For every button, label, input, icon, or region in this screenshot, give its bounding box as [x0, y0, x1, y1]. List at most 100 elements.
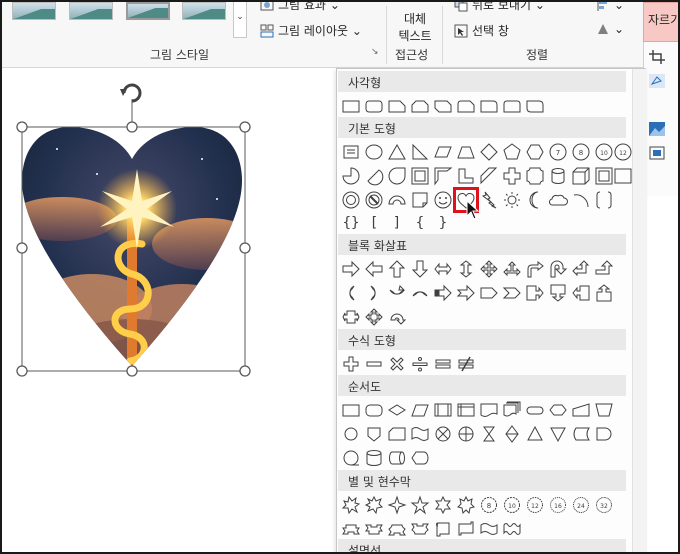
shape-flowchart-internal-storage[interactable] — [455, 399, 477, 421]
picture-style-thumb-4[interactable] — [182, 2, 226, 20]
shape-chord[interactable] — [363, 165, 385, 187]
shape-star-7-point[interactable] — [455, 494, 477, 516]
shape-diamond[interactable] — [478, 141, 500, 163]
shape-wave[interactable] — [478, 518, 500, 540]
shape-flowchart-offpage-connector[interactable] — [363, 423, 385, 445]
rotate-button[interactable]: ⌄ — [596, 22, 624, 36]
shape-plaque[interactable] — [524, 165, 546, 187]
shape-block-arc[interactable] — [386, 189, 408, 211]
shape-left-right-arrow[interactable] — [432, 258, 454, 280]
shape-flowchart-process[interactable] — [340, 399, 362, 421]
shape-flowchart-document[interactable] — [478, 399, 500, 421]
shape-teardrop[interactable] — [386, 165, 408, 187]
shape-bent-up-arrow[interactable] — [593, 258, 615, 280]
crop-to-shape-icon[interactable] — [649, 74, 665, 88]
shape-flowchart-summing-junction[interactable] — [432, 423, 454, 445]
shape-horizontal-scroll[interactable] — [455, 518, 477, 540]
shape-cloud[interactable] — [547, 189, 569, 211]
shape-octagon[interactable]: 8 — [570, 141, 592, 163]
shape-pentagon-arrow[interactable] — [478, 282, 500, 304]
shape-flowchart-magnetic-disk[interactable] — [363, 447, 385, 469]
shape-quad-arrow-callout[interactable] — [363, 306, 385, 328]
shape-dodecagon[interactable]: 12 — [612, 141, 634, 163]
shape-parallelogram[interactable] — [432, 141, 454, 163]
shape-left-right-arrow-callout[interactable] — [340, 306, 362, 328]
shape-flowchart-card[interactable] — [386, 423, 408, 445]
shape-frame-alt[interactable] — [612, 165, 634, 187]
shape-text-box[interactable] — [340, 141, 362, 163]
shape-right-triangle[interactable] — [409, 141, 431, 163]
shape-heptagon[interactable]: 7 — [547, 141, 569, 163]
picture-style-thumb-3[interactable] — [126, 2, 170, 20]
shape-star-24-point[interactable]: 24 — [570, 494, 592, 516]
shape-plus[interactable] — [340, 353, 362, 375]
shape-arc[interactable] — [570, 189, 592, 211]
resize-handle-n[interactable] — [126, 121, 138, 133]
shape-diagonal-stripe[interactable] — [478, 165, 500, 187]
shape-half-frame[interactable] — [432, 165, 454, 187]
shapes-scrollbar[interactable] — [632, 69, 647, 552]
align-button[interactable]: ⌄ — [596, 2, 624, 12]
shape-flowchart-direct-access-storage[interactable] — [386, 447, 408, 469]
shape-minus[interactable] — [363, 353, 385, 375]
shape-moon[interactable] — [524, 189, 546, 211]
resize-handle-sw[interactable] — [16, 365, 28, 377]
shape-oval[interactable] — [363, 141, 385, 163]
resize-handle-nw[interactable] — [16, 121, 28, 133]
alt-text-button[interactable]: 대체 텍스트 — [394, 10, 436, 44]
shape-star-32-point[interactable]: 32 — [593, 494, 615, 516]
shape-star-4-point[interactable] — [386, 494, 408, 516]
shape-flowchart-data[interactable] — [409, 399, 431, 421]
shape-flowchart-sort[interactable] — [501, 423, 523, 445]
picture-layout-button[interactable]: 그림 레이아웃 ⌄ — [260, 22, 362, 39]
shape-heart[interactable] — [453, 187, 479, 213]
shape-equal[interactable] — [432, 353, 454, 375]
shape-star-5-point[interactable] — [409, 494, 431, 516]
shape-flowchart-connector[interactable] — [340, 423, 362, 445]
shape-right-arrow-callout[interactable] — [524, 282, 546, 304]
shape-flowchart-sequential-access-storage[interactable] — [340, 447, 362, 469]
shape-left-arrow-callout[interactable] — [570, 282, 592, 304]
resize-handle-w[interactable] — [16, 242, 28, 254]
shape-lightning-bolt[interactable] — [478, 189, 500, 211]
shape-pentagon[interactable] — [501, 141, 523, 163]
shape-flowchart-decision[interactable] — [386, 399, 408, 421]
selection-pane-button[interactable]: 선택 창 — [454, 22, 509, 39]
shape-right-bracket[interactable]: ] — [386, 212, 408, 234]
shape-flowchart-preparation[interactable] — [547, 399, 569, 421]
shape-flowchart-display[interactable] — [409, 447, 431, 469]
shape-flowchart-collate[interactable] — [478, 423, 500, 445]
shape-flowchart-manual-input[interactable] — [570, 399, 592, 421]
shape-star-16-point[interactable]: 16 — [547, 494, 569, 516]
shape-trapezoid[interactable] — [455, 141, 477, 163]
shape-flowchart-delay[interactable] — [593, 423, 615, 445]
shape-flowchart-merge[interactable] — [547, 423, 569, 445]
shape-flowchart-or[interactable] — [455, 423, 477, 445]
shape-multiply[interactable] — [386, 353, 408, 375]
shape-star-6-point[interactable] — [432, 494, 454, 516]
shape-left-bracket[interactable]: [ — [363, 212, 385, 234]
rotate-handle-icon[interactable] — [120, 83, 142, 103]
shape-star-8-point[interactable]: 8 — [478, 494, 500, 516]
shape-down-arrow-callout[interactable] — [547, 282, 569, 304]
shape-rectangle[interactable] — [340, 95, 362, 117]
resize-handle-e[interactable] — [239, 242, 251, 254]
shape-rounded-rectangle[interactable] — [363, 95, 385, 117]
shape-flowchart-stored-data[interactable] — [570, 423, 592, 445]
shape-vertical-scroll[interactable] — [432, 518, 454, 540]
shape-curved-left-arrow[interactable] — [363, 282, 385, 304]
shape-notched-right-arrow[interactable] — [455, 282, 477, 304]
shape-hexagon[interactable] — [524, 141, 546, 163]
shape-left-right-up-arrow[interactable] — [501, 258, 523, 280]
shape-chevron[interactable] — [501, 282, 523, 304]
shape-triangle[interactable] — [386, 141, 408, 163]
shape-left-brace[interactable]: { — [409, 212, 431, 234]
shape-flowchart-manual-operation[interactable] — [593, 399, 615, 421]
shape-flowchart-extract[interactable] — [524, 423, 546, 445]
shape-smiley-face[interactable] — [432, 189, 454, 211]
shape-circular-arrow[interactable] — [386, 306, 408, 328]
shape-explosion-1[interactable] — [340, 494, 362, 516]
shape-round-single-corner[interactable] — [478, 95, 500, 117]
shape-cross[interactable] — [501, 165, 523, 187]
shape-no-symbol[interactable] — [363, 189, 385, 211]
